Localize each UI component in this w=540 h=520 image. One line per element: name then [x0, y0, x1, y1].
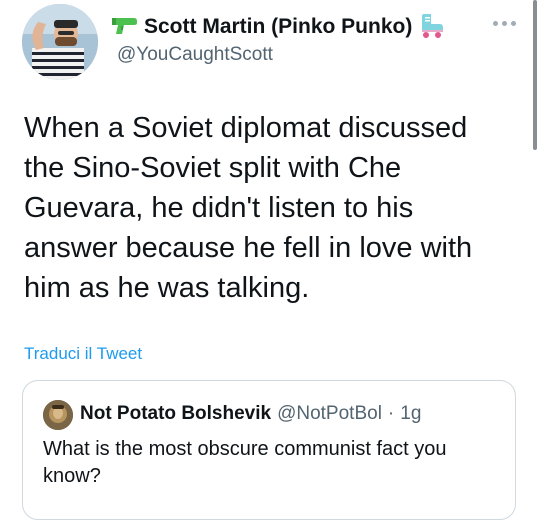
water-pistol-icon: [110, 14, 138, 41]
author-handle[interactable]: @YouCaughtScott: [117, 44, 273, 66]
quoted-author-avatar: [43, 400, 73, 430]
author-name-row: Scott Martin (Pinko Punko): [110, 12, 446, 42]
quoted-separator: ·: [387, 403, 395, 424]
translate-tweet-link[interactable]: Traduci il Tweet: [24, 344, 142, 364]
quoted-author-handle[interactable]: @NotPotBol: [277, 403, 382, 425]
scrollbar[interactable]: [533, 0, 537, 150]
author-display-name[interactable]: Scott Martin (Pinko Punko): [144, 15, 412, 39]
quoted-time[interactable]: 1g: [400, 403, 421, 425]
quoted-tweet-text: What is the most obscure communist fact …: [43, 438, 447, 487]
roller-skate-icon: [418, 11, 446, 44]
more-options-icon[interactable]: [493, 18, 519, 28]
author-avatar-image: [22, 4, 98, 80]
author-avatar[interactable]: [22, 4, 98, 80]
quoted-author-name[interactable]: Not Potato Bolshevik: [80, 403, 271, 425]
tweet-text: When a Soviet diplomat discussed the Sin…: [24, 112, 473, 304]
quoted-tweet-card[interactable]: Not Potato Bolshevik @NotPotBol · 1g Wha…: [22, 380, 516, 520]
quoted-tweet-header: Not Potato Bolshevik @NotPotBol · 1g: [80, 403, 421, 425]
